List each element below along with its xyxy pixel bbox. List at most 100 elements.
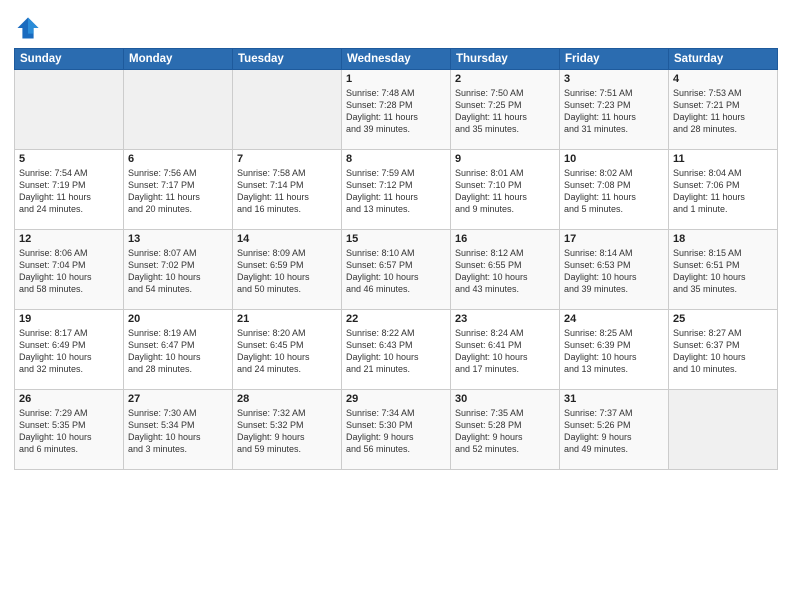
day-info: Sunrise: 8:06 AM Sunset: 7:04 PM Dayligh… xyxy=(19,247,119,296)
week-row-4: 26 Sunrise: 7:29 AM Sunset: 5:35 PM Dayli… xyxy=(15,390,778,470)
day-info: Sunrise: 8:07 AM Sunset: 7:02 PM Dayligh… xyxy=(128,247,228,296)
day-info: Sunrise: 8:25 AM Sunset: 6:39 PM Dayligh… xyxy=(564,327,664,376)
header xyxy=(14,10,778,42)
day-number: 27 xyxy=(128,393,228,405)
day-number: 21 xyxy=(237,313,337,325)
calendar-cell: 23 Sunrise: 8:24 AM Sunset: 6:41 PM Dayli… xyxy=(451,310,560,390)
calendar-cell: 17 Sunrise: 8:14 AM Sunset: 6:53 PM Dayli… xyxy=(560,230,669,310)
day-number: 14 xyxy=(237,233,337,245)
day-info: Sunrise: 7:54 AM Sunset: 7:19 PM Dayligh… xyxy=(19,167,119,216)
day-number: 15 xyxy=(346,233,446,245)
day-number: 11 xyxy=(673,153,773,165)
day-info: Sunrise: 7:32 AM Sunset: 5:32 PM Dayligh… xyxy=(237,407,337,456)
day-info: Sunrise: 8:20 AM Sunset: 6:45 PM Dayligh… xyxy=(237,327,337,376)
calendar-cell: 18 Sunrise: 8:15 AM Sunset: 6:51 PM Dayli… xyxy=(669,230,778,310)
day-info: Sunrise: 8:24 AM Sunset: 6:41 PM Dayligh… xyxy=(455,327,555,376)
day-info: Sunrise: 7:35 AM Sunset: 5:28 PM Dayligh… xyxy=(455,407,555,456)
weekday-sunday: Sunday xyxy=(15,49,124,70)
day-number: 29 xyxy=(346,393,446,405)
day-number: 10 xyxy=(564,153,664,165)
day-info: Sunrise: 8:14 AM Sunset: 6:53 PM Dayligh… xyxy=(564,247,664,296)
day-number: 9 xyxy=(455,153,555,165)
day-number: 31 xyxy=(564,393,664,405)
day-number: 3 xyxy=(564,73,664,85)
calendar-cell: 24Sunrise: 8:25 AM Sunset: 6:39 PM Dayli… xyxy=(560,310,669,390)
day-info: Sunrise: 8:10 AM Sunset: 6:57 PM Dayligh… xyxy=(346,247,446,296)
calendar-cell: 11Sunrise: 8:04 AM Sunset: 7:06 PM Dayli… xyxy=(669,150,778,230)
calendar-cell: 13 Sunrise: 8:07 AM Sunset: 7:02 PM Dayli… xyxy=(124,230,233,310)
weekday-monday: Monday xyxy=(124,49,233,70)
weekday-friday: Friday xyxy=(560,49,669,70)
calendar-cell: 5 Sunrise: 7:54 AM Sunset: 7:19 PM Daylig… xyxy=(15,150,124,230)
calendar-cell: 25 Sunrise: 8:27 AM Sunset: 6:37 PM Dayli… xyxy=(669,310,778,390)
day-info: Sunrise: 7:34 AM Sunset: 5:30 PM Dayligh… xyxy=(346,407,446,456)
day-number: 13 xyxy=(128,233,228,245)
day-number: 26 xyxy=(19,393,119,405)
day-number: 25 xyxy=(673,313,773,325)
day-number: 6 xyxy=(128,153,228,165)
weekday-saturday: Saturday xyxy=(669,49,778,70)
day-info: Sunrise: 8:22 AM Sunset: 6:43 PM Dayligh… xyxy=(346,327,446,376)
day-info: Sunrise: 8:17 AM Sunset: 6:49 PM Dayligh… xyxy=(19,327,119,376)
day-info: Sunrise: 7:30 AM Sunset: 5:34 PM Dayligh… xyxy=(128,407,228,456)
calendar-cell: 1Sunrise: 7:48 AM Sunset: 7:28 PM Daylig… xyxy=(342,70,451,150)
day-info: Sunrise: 8:12 AM Sunset: 6:55 PM Dayligh… xyxy=(455,247,555,296)
weekday-wednesday: Wednesday xyxy=(342,49,451,70)
calendar-cell: 3 Sunrise: 7:51 AM Sunset: 7:23 PM Daylig… xyxy=(560,70,669,150)
day-number: 5 xyxy=(19,153,119,165)
week-row-3: 19 Sunrise: 8:17 AM Sunset: 6:49 PM Dayli… xyxy=(15,310,778,390)
day-info: Sunrise: 8:15 AM Sunset: 6:51 PM Dayligh… xyxy=(673,247,773,296)
calendar-cell: 21 Sunrise: 8:20 AM Sunset: 6:45 PM Dayli… xyxy=(233,310,342,390)
calendar-cell: 16 Sunrise: 8:12 AM Sunset: 6:55 PM Dayli… xyxy=(451,230,560,310)
calendar-cell: 6 Sunrise: 7:56 AM Sunset: 7:17 PM Daylig… xyxy=(124,150,233,230)
calendar-cell: 31 Sunrise: 7:37 AM Sunset: 5:26 PM Dayli… xyxy=(560,390,669,470)
day-info: Sunrise: 7:53 AM Sunset: 7:21 PM Dayligh… xyxy=(673,87,773,136)
weekday-header-row: SundayMondayTuesdayWednesdayThursdayFrid… xyxy=(15,49,778,70)
calendar-cell: 22 Sunrise: 8:22 AM Sunset: 6:43 PM Dayli… xyxy=(342,310,451,390)
calendar-cell: 19 Sunrise: 8:17 AM Sunset: 6:49 PM Dayli… xyxy=(15,310,124,390)
logo xyxy=(14,14,46,42)
calendar-cell: 27 Sunrise: 7:30 AM Sunset: 5:34 PM Dayli… xyxy=(124,390,233,470)
calendar-cell: 14 Sunrise: 8:09 AM Sunset: 6:59 PM Dayli… xyxy=(233,230,342,310)
day-number: 19 xyxy=(19,313,119,325)
calendar-cell: 28Sunrise: 7:32 AM Sunset: 5:32 PM Dayli… xyxy=(233,390,342,470)
weekday-thursday: Thursday xyxy=(451,49,560,70)
day-info: Sunrise: 8:09 AM Sunset: 6:59 PM Dayligh… xyxy=(237,247,337,296)
day-info: Sunrise: 7:50 AM Sunset: 7:25 PM Dayligh… xyxy=(455,87,555,136)
day-number: 16 xyxy=(455,233,555,245)
page: SundayMondayTuesdayWednesdayThursdayFrid… xyxy=(0,0,792,612)
day-number: 30 xyxy=(455,393,555,405)
calendar-cell: 8Sunrise: 7:59 AM Sunset: 7:12 PM Daylig… xyxy=(342,150,451,230)
calendar-cell: 2 Sunrise: 7:50 AM Sunset: 7:25 PM Daylig… xyxy=(451,70,560,150)
day-number: 7 xyxy=(237,153,337,165)
day-info: Sunrise: 7:56 AM Sunset: 7:17 PM Dayligh… xyxy=(128,167,228,216)
day-number: 2 xyxy=(455,73,555,85)
day-number: 4 xyxy=(673,73,773,85)
calendar-cell: 20Sunrise: 8:19 AM Sunset: 6:47 PM Dayli… xyxy=(124,310,233,390)
calendar-cell: 15 Sunrise: 8:10 AM Sunset: 6:57 PM Dayli… xyxy=(342,230,451,310)
calendar-cell: 26 Sunrise: 7:29 AM Sunset: 5:35 PM Dayli… xyxy=(15,390,124,470)
calendar: SundayMondayTuesdayWednesdayThursdayFrid… xyxy=(14,48,778,470)
day-info: Sunrise: 7:29 AM Sunset: 5:35 PM Dayligh… xyxy=(19,407,119,456)
day-number: 18 xyxy=(673,233,773,245)
calendar-cell: 30 Sunrise: 7:35 AM Sunset: 5:28 PM Dayli… xyxy=(451,390,560,470)
day-info: Sunrise: 8:01 AM Sunset: 7:10 PM Dayligh… xyxy=(455,167,555,216)
day-info: Sunrise: 8:02 AM Sunset: 7:08 PM Dayligh… xyxy=(564,167,664,216)
day-number: 17 xyxy=(564,233,664,245)
day-number: 12 xyxy=(19,233,119,245)
calendar-cell: 7Sunrise: 7:58 AM Sunset: 7:14 PM Daylig… xyxy=(233,150,342,230)
day-info: Sunrise: 7:51 AM Sunset: 7:23 PM Dayligh… xyxy=(564,87,664,136)
calendar-cell: 4 Sunrise: 7:53 AM Sunset: 7:21 PM Daylig… xyxy=(669,70,778,150)
day-info: Sunrise: 7:37 AM Sunset: 5:26 PM Dayligh… xyxy=(564,407,664,456)
day-number: 22 xyxy=(346,313,446,325)
calendar-cell xyxy=(124,70,233,150)
week-row-2: 12 Sunrise: 8:06 AM Sunset: 7:04 PM Dayli… xyxy=(15,230,778,310)
logo-icon xyxy=(14,14,42,42)
calendar-cell: 9 Sunrise: 8:01 AM Sunset: 7:10 PM Daylig… xyxy=(451,150,560,230)
week-row-1: 5 Sunrise: 7:54 AM Sunset: 7:19 PM Daylig… xyxy=(15,150,778,230)
day-number: 23 xyxy=(455,313,555,325)
day-info: Sunrise: 7:48 AM Sunset: 7:28 PM Dayligh… xyxy=(346,87,446,136)
calendar-cell: 12 Sunrise: 8:06 AM Sunset: 7:04 PM Dayli… xyxy=(15,230,124,310)
day-info: Sunrise: 8:19 AM Sunset: 6:47 PM Dayligh… xyxy=(128,327,228,376)
day-info: Sunrise: 8:27 AM Sunset: 6:37 PM Dayligh… xyxy=(673,327,773,376)
